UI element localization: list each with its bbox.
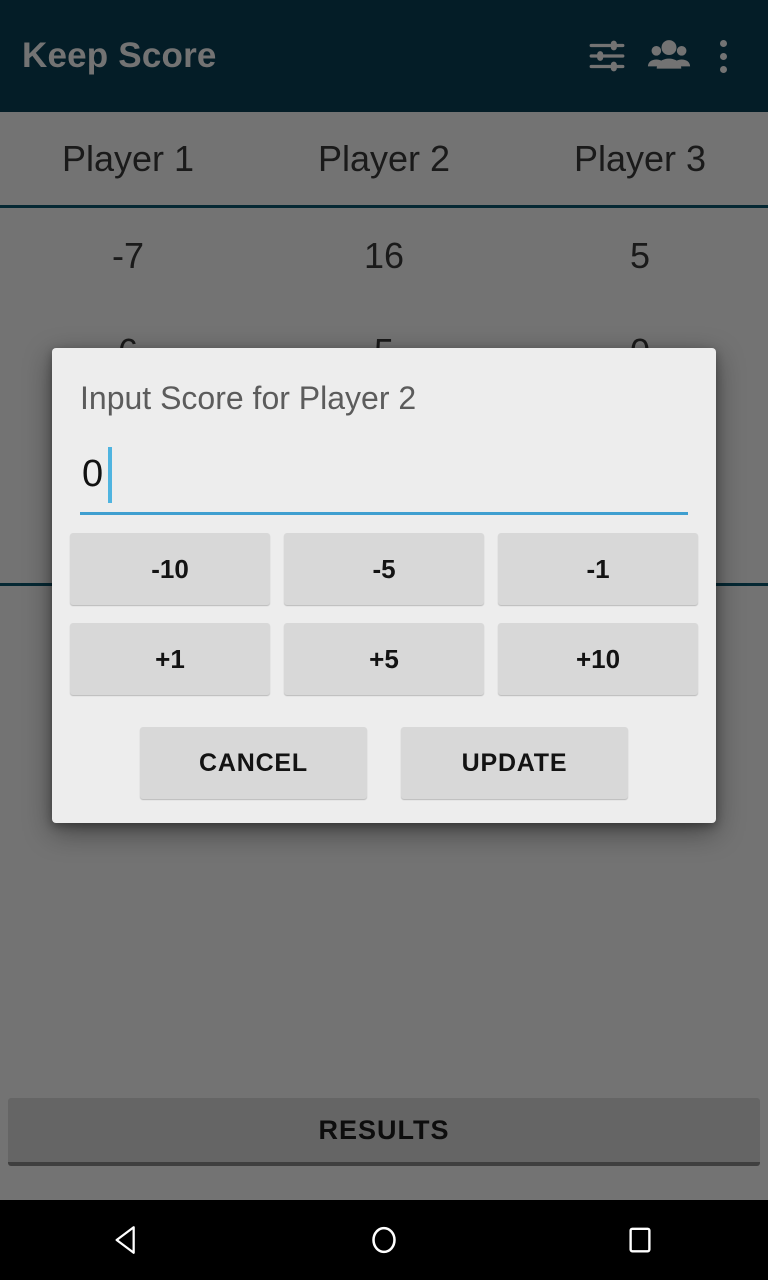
- score-input[interactable]: [80, 443, 688, 505]
- adjust-plus-5-button[interactable]: +5: [284, 623, 484, 695]
- score-input-field[interactable]: [80, 443, 688, 515]
- app-screen: Keep Score: [0, 0, 768, 1280]
- dialog-title: Input Score for Player 2: [80, 380, 417, 416]
- adjust-plus-1-button[interactable]: +1: [70, 623, 270, 695]
- update-button[interactable]: UPDATE: [401, 727, 628, 799]
- adjust-minus-10-button[interactable]: -10: [70, 533, 270, 605]
- cancel-button[interactable]: CANCEL: [140, 727, 367, 799]
- home-icon[interactable]: [329, 1200, 439, 1280]
- adjust-minus-5-button[interactable]: -5: [284, 533, 484, 605]
- decrement-button-row: -10 -5 -1: [70, 533, 698, 605]
- adjust-minus-1-button[interactable]: -1: [498, 533, 698, 605]
- input-score-dialog: Input Score for Player 2 -10 -5 -1 +1 +5…: [52, 348, 716, 823]
- dialog-action-row: CANCEL UPDATE: [70, 727, 698, 805]
- increment-button-row: +1 +5 +10: [70, 623, 698, 695]
- android-navigation-bar: [0, 1200, 768, 1280]
- recents-icon[interactable]: [585, 1200, 695, 1280]
- back-icon[interactable]: [73, 1200, 183, 1280]
- text-caret: [108, 447, 112, 503]
- adjust-plus-10-button[interactable]: +10: [498, 623, 698, 695]
